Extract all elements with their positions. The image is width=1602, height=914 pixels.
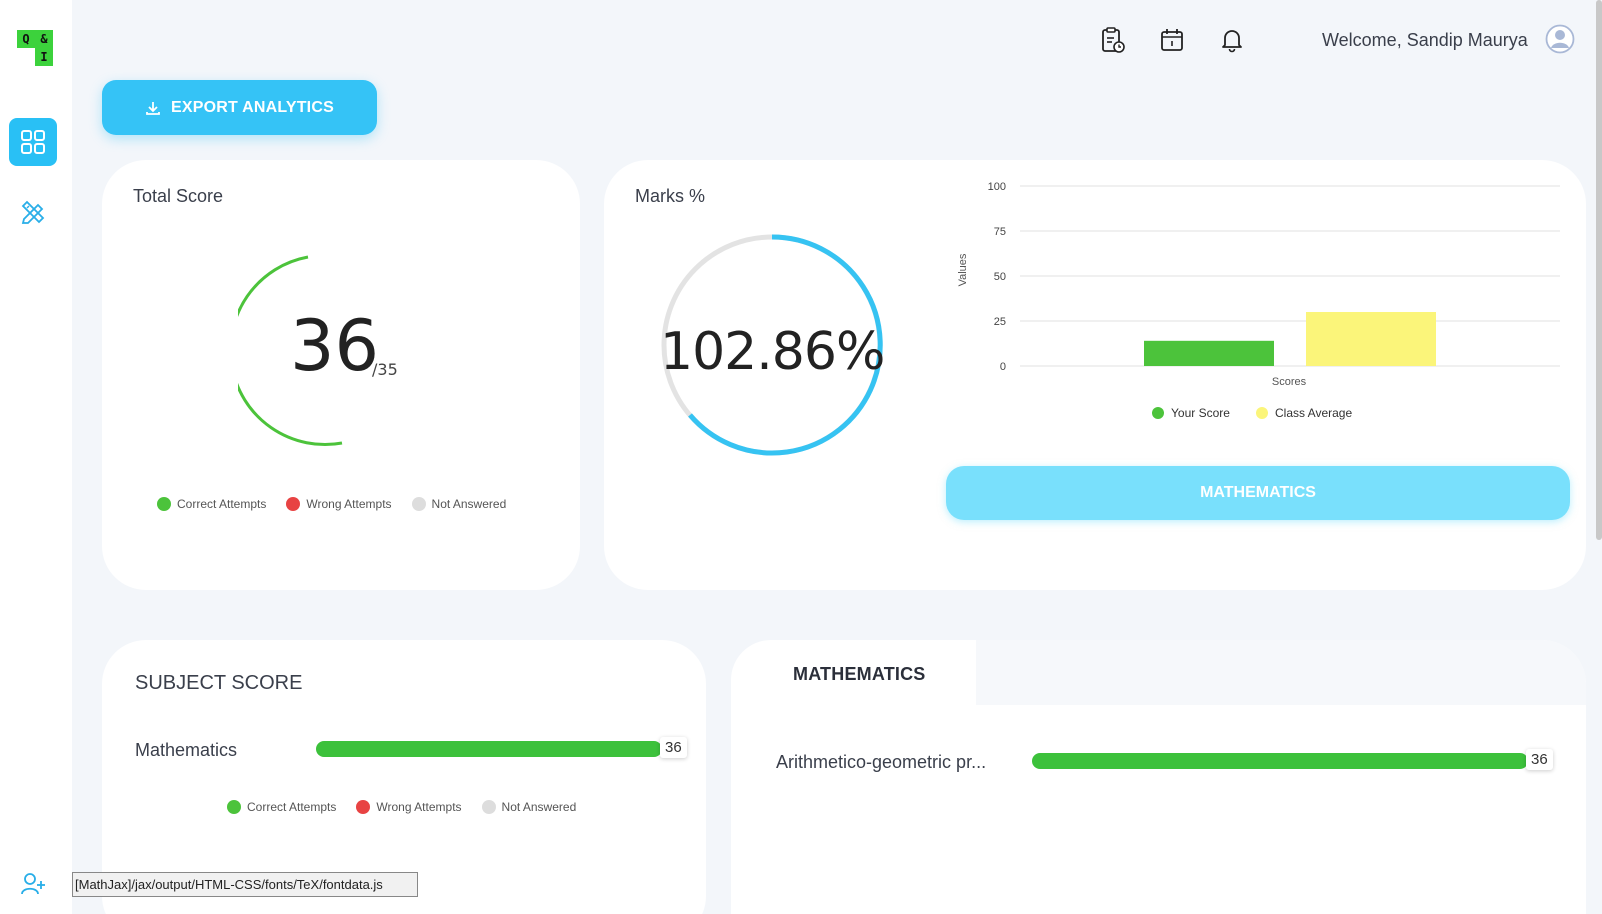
sidebar-item-dashboard[interactable] (9, 118, 57, 166)
topic-tab-bar (976, 640, 1586, 705)
page-scrollbar[interactable] (1596, 0, 1602, 540)
tab-mathematics-label: MATHEMATICS (793, 664, 926, 684)
chart-bars (1144, 312, 1436, 366)
test-history-button[interactable] (1097, 24, 1129, 56)
chart-x-axis-label: Scores (1272, 376, 1307, 388)
chart-bar-class-average[interactable] (1306, 312, 1436, 366)
legend-label-wrong: Wrong Attempts (306, 497, 392, 511)
legend-not-answered[interactable]: Not Answered (411, 497, 507, 511)
total-score-value: 36 (290, 305, 380, 387)
legend-dot-not-answered (411, 497, 426, 511)
chart-y-tick-label: 25 (994, 316, 1006, 328)
legend-correct[interactable]: Correct Attempts (227, 800, 336, 814)
subject-row-value: 36 (660, 737, 687, 758)
sidebar-item-tools[interactable] (9, 188, 57, 236)
logo-letter-i: I (35, 48, 53, 66)
total-score-legend: Correct Attempts Wrong Attempts Not Answ… (157, 497, 506, 511)
app-logo[interactable]: Q & I (17, 30, 54, 67)
topic-row-label: Arithmetico-geometric pr... (776, 752, 987, 772)
clipboard-clock-icon (1102, 27, 1125, 53)
legend-label-correct: Correct Attempts (247, 800, 337, 814)
chart-legend-label[interactable]: Class Average (1275, 406, 1352, 420)
chart-y-tick-label: 50 (994, 271, 1006, 283)
logo-letter-amp: & (35, 30, 53, 48)
legend-label-correct: Correct Attempts (177, 497, 267, 511)
score-comparison-chart: Values 100 75 50 25 0 Scores Your Score Class… (957, 181, 1560, 420)
chart-legend-dot (1152, 407, 1164, 419)
subject-score-title: SUBJECT SCORE (135, 672, 303, 694)
chart-y-tick-label: 0 (1000, 361, 1006, 373)
user-avatar[interactable] (1545, 24, 1575, 54)
legend-label-not-answered: Not Answered (501, 800, 577, 814)
legend-label-not-answered: Not Answered (431, 497, 507, 511)
subject-row-label: Mathematics (135, 740, 238, 760)
chart-bar-your-score[interactable] (1144, 340, 1274, 366)
chart-y-axis-label: Values (957, 253, 969, 286)
welcome-text: Welcome, Sandip Maurya (1322, 30, 1528, 50)
legend-dot-wrong (356, 800, 371, 814)
legend-wrong[interactable]: Wrong Attempts (356, 800, 462, 814)
legend-label-wrong: Wrong Attempts (376, 800, 462, 814)
export-analytics-button[interactable]: EXPORT ANALYTICS (102, 80, 377, 135)
download-icon (146, 101, 160, 115)
legend-not-answered[interactable]: Not Answered (481, 800, 577, 814)
chart-legend-dot (1256, 407, 1268, 419)
chart-y-tick-label: 100 (988, 181, 1006, 193)
legend-dot-wrong (286, 497, 301, 511)
legend-correct[interactable]: Correct Attempts (157, 497, 266, 511)
topic-row-bar[interactable] (1032, 753, 1528, 769)
marks-title: Marks % (635, 186, 706, 206)
mathematics-subject-button[interactable]: MATHEMATICS (946, 466, 1570, 520)
dashboard-grid-icon (21, 130, 45, 154)
chart-legend: Your Score Class Average (1152, 406, 1352, 420)
notifications-button[interactable] (1216, 24, 1248, 56)
legend-dot-correct (157, 497, 171, 511)
legend-dot-not-answered (481, 800, 496, 814)
add-user-icon (21, 873, 45, 895)
chart-y-tick-label: 75 (994, 226, 1006, 238)
legend-dot-correct (227, 800, 241, 814)
calendar-button[interactable] (1156, 24, 1188, 56)
legend-wrong[interactable]: Wrong Attempts (286, 497, 392, 511)
logo-letter-q: Q (17, 30, 35, 48)
sidebar: Q & I (0, 0, 72, 914)
bell-icon (1222, 30, 1242, 53)
pencil-ruler-icon (21, 200, 45, 224)
topic-row-value: 36 (1526, 749, 1553, 770)
total-score-max: /35 (372, 360, 398, 379)
mathjax-status-tooltip: [MathJax]/jax/output/HTML-CSS/fonts/TeX/… (72, 872, 418, 897)
calendar-icon (1161, 29, 1183, 51)
subject-score-legend: Correct Attempts Wrong Attempts Not Answ… (227, 800, 576, 814)
sidebar-item-add-user[interactable] (9, 860, 57, 908)
export-analytics-label: EXPORT ANALYTICS (171, 98, 334, 116)
chart-legend-label[interactable]: Your Score (1171, 406, 1230, 420)
user-avatar-icon (1545, 24, 1575, 54)
subject-row-bar[interactable] (316, 741, 662, 757)
total-score-title: Total Score (133, 186, 224, 206)
marks-percent-value: 102.86% (660, 322, 885, 382)
